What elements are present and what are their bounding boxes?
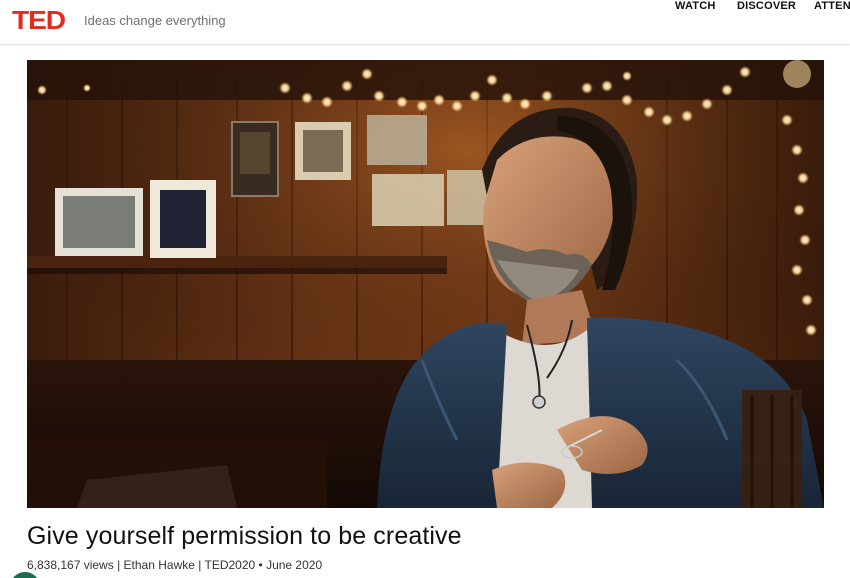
separator: • <box>255 558 267 572</box>
tagline: Ideas change everything <box>84 13 226 28</box>
avatar[interactable] <box>10 572 40 578</box>
separator: | <box>113 558 124 572</box>
ted-logo[interactable]: TED <box>12 7 66 33</box>
talk-title: Give yourself permission to be creative <box>27 522 462 550</box>
speaker-name[interactable]: Ethan Hawke <box>124 558 195 572</box>
talk-thumbnail[interactable] <box>27 60 824 508</box>
talk-date: June 2020 <box>266 558 323 572</box>
talk-meta: 6,838,167 views | Ethan Hawke | TED2020 … <box>27 558 322 572</box>
nav-attend[interactable]: ATTEN <box>814 0 850 12</box>
nav-discover[interactable]: DISCOVER <box>737 0 796 12</box>
page: TED Ideas change everything WATCH DISCOV… <box>0 0 850 578</box>
speaker-portrait-image <box>27 60 824 508</box>
view-count: 6,838,167 views <box>27 558 114 572</box>
nav-watch[interactable]: WATCH <box>675 0 716 12</box>
site-header: TED Ideas change everything WATCH DISCOV… <box>0 0 850 45</box>
event-name[interactable]: TED2020 <box>204 558 255 572</box>
